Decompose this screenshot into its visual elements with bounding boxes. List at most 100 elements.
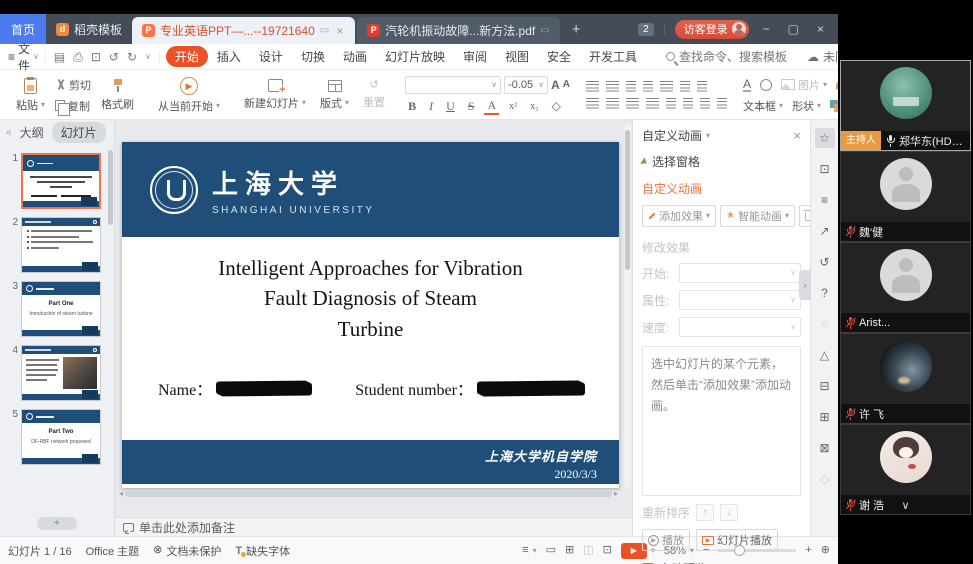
notes-toggle-button[interactable] bbox=[522, 545, 536, 556]
slide-thumbnail-1[interactable] bbox=[21, 153, 101, 209]
add-slide-button[interactable] bbox=[37, 517, 77, 530]
outline-pane-icon[interactable] bbox=[815, 345, 835, 365]
slide-thumbnail-2[interactable] bbox=[21, 217, 101, 273]
mic-on-icon[interactable] bbox=[885, 134, 895, 147]
tab-window-icon[interactable] bbox=[320, 26, 329, 36]
font-size-combo[interactable]: -0.05 bbox=[504, 76, 548, 94]
cut-button[interactable]: 剪切 bbox=[55, 77, 91, 93]
font-family-combo[interactable] bbox=[405, 76, 501, 94]
ribbon-tab-transitions[interactable]: 切换 bbox=[292, 46, 334, 67]
mic-muted-icon[interactable] bbox=[845, 407, 855, 420]
file-menu[interactable]: 文件 bbox=[8, 40, 45, 74]
help-pane-icon[interactable] bbox=[815, 283, 835, 303]
zoom-slider[interactable] bbox=[718, 549, 796, 552]
text-direction-icon[interactable] bbox=[680, 81, 690, 92]
panel-title-dropdown-icon[interactable] bbox=[706, 132, 710, 140]
font-color-button[interactable]: A bbox=[484, 98, 499, 115]
scroll-right-icon[interactable] bbox=[614, 490, 618, 498]
italic-button[interactable]: I bbox=[426, 99, 436, 114]
missing-fonts-status[interactable]: T 缺失字体 bbox=[235, 543, 290, 559]
tab-count-badge[interactable]: 2 bbox=[638, 23, 654, 36]
strikethrough-button[interactable]: S bbox=[465, 99, 478, 114]
custom-animation-link[interactable]: 自定义动画 bbox=[642, 180, 801, 197]
thumbnail-scrollbar[interactable] bbox=[108, 150, 113, 225]
property-combo[interactable] bbox=[679, 290, 801, 310]
share-pane-icon[interactable] bbox=[815, 221, 835, 241]
outline-tab[interactable]: 大纲 bbox=[20, 124, 44, 141]
collapse-panel-icon[interactable] bbox=[6, 128, 12, 138]
minimize-button[interactable] bbox=[759, 23, 774, 35]
copy-button[interactable]: 复制 bbox=[55, 98, 91, 114]
restore-button[interactable] bbox=[784, 23, 803, 35]
start-combo[interactable] bbox=[679, 263, 801, 283]
participant-tile-3[interactable]: Arist... bbox=[840, 242, 971, 333]
ribbon-tab-review[interactable]: 审阅 bbox=[454, 46, 496, 67]
undo-icon[interactable] bbox=[109, 51, 119, 63]
align-right-icon[interactable] bbox=[626, 98, 639, 109]
slide-thumbnail-4[interactable] bbox=[21, 345, 101, 401]
panel-close-icon[interactable] bbox=[793, 129, 801, 142]
align-center-icon[interactable] bbox=[606, 98, 619, 109]
play-from-current-button[interactable]: 从当前开始 bbox=[154, 77, 224, 114]
slide-1[interactable]: 上海大学 SHANGHAI UNIVERSITY Intelligent App… bbox=[122, 142, 619, 488]
selection-pane-button[interactable]: 选择窗格 bbox=[642, 153, 801, 170]
save-icon[interactable] bbox=[54, 51, 65, 63]
ribbon-tab-insert[interactable]: 插入 bbox=[208, 46, 250, 67]
bullets-icon[interactable] bbox=[586, 81, 599, 92]
command-search[interactable] bbox=[666, 50, 807, 64]
zoom-in-button[interactable] bbox=[805, 545, 811, 556]
theme-name[interactable]: Office 主题 bbox=[86, 543, 140, 559]
superscript-button[interactable]: x² bbox=[506, 101, 520, 112]
search-input[interactable] bbox=[679, 50, 807, 64]
animation-pane-icon[interactable] bbox=[815, 128, 835, 148]
ribbon-tab-devtools[interactable]: 开发工具 bbox=[580, 46, 646, 67]
vertical-scrollbar[interactable] bbox=[624, 124, 631, 488]
increase-indent-icon[interactable] bbox=[643, 81, 653, 92]
paste-button[interactable]: 粘贴 bbox=[12, 78, 49, 113]
fit-slide-button[interactable] bbox=[821, 545, 830, 556]
properties-pane-icon[interactable] bbox=[815, 190, 835, 210]
reading-view-icon[interactable] bbox=[583, 545, 593, 556]
participant-tile-5[interactable]: 谢 浩 bbox=[840, 424, 971, 515]
textbox-quick-icon[interactable]: A bbox=[743, 78, 751, 92]
highlight-button[interactable]: ◇ bbox=[549, 99, 564, 114]
mic-muted-icon[interactable] bbox=[845, 316, 855, 329]
ribbon-tab-view[interactable]: 视图 bbox=[496, 46, 538, 67]
layout-button[interactable]: 版式 bbox=[316, 80, 353, 111]
shape-quick-icon[interactable] bbox=[760, 79, 772, 91]
shapes-button[interactable]: 形状 bbox=[792, 98, 821, 114]
shrink-font-button[interactable]: A bbox=[563, 79, 570, 90]
qr-pane-icon[interactable] bbox=[815, 407, 835, 427]
slideshow-view-icon[interactable] bbox=[603, 545, 612, 556]
picture-button[interactable]: 图片 bbox=[781, 77, 827, 93]
shrink-text-icon[interactable] bbox=[683, 98, 693, 109]
normal-view-icon[interactable] bbox=[546, 545, 556, 556]
document-tab-active[interactable]: P 专业英语PPT—...--19721640 bbox=[132, 17, 355, 44]
scroll-left-icon[interactable] bbox=[119, 490, 123, 498]
mic-muted-icon[interactable] bbox=[845, 498, 855, 511]
print-icon[interactable] bbox=[73, 51, 83, 63]
participant-tile-1[interactable]: 主持人 郑华东(HDZh... bbox=[840, 60, 971, 151]
line-spacing-icon[interactable] bbox=[660, 81, 673, 92]
numbered-list-icon[interactable] bbox=[700, 98, 710, 109]
slides-tab[interactable]: 幻灯片 bbox=[52, 122, 106, 143]
numbering-icon[interactable] bbox=[606, 81, 619, 92]
redo-icon[interactable] bbox=[127, 51, 137, 63]
guest-login-button[interactable]: 访客登录 bbox=[675, 20, 749, 39]
slide-thumbnail-3[interactable]: Part One Introduction of steam turbine bbox=[21, 281, 101, 337]
slide-title[interactable]: Intelligent Approaches for Vibration Fau… bbox=[122, 253, 619, 344]
pdf-document-tab[interactable]: P 汽轮机振动故障...新方法.pdf bbox=[357, 17, 559, 44]
mic-muted-icon[interactable] bbox=[845, 225, 855, 238]
subscript-button[interactable]: x₂ bbox=[527, 101, 542, 112]
qat-more-icon[interactable] bbox=[145, 53, 151, 61]
print-preview-icon[interactable] bbox=[91, 51, 101, 63]
new-tab-button[interactable] bbox=[560, 14, 593, 44]
ribbon-tab-slideshow[interactable]: 幻灯片放映 bbox=[376, 46, 454, 67]
ribbon-tab-home[interactable]: 开始 bbox=[166, 46, 208, 67]
assistant-pane-icon[interactable] bbox=[815, 314, 835, 334]
distribute-icon[interactable] bbox=[666, 98, 676, 109]
horizontal-scrollbar[interactable] bbox=[119, 489, 618, 498]
notes-bar[interactable]: 单击此处添加备注 bbox=[115, 517, 632, 536]
format-painter-button[interactable]: 格式刷 bbox=[97, 79, 138, 112]
ribbon-tab-animation[interactable]: 动画 bbox=[334, 46, 376, 67]
